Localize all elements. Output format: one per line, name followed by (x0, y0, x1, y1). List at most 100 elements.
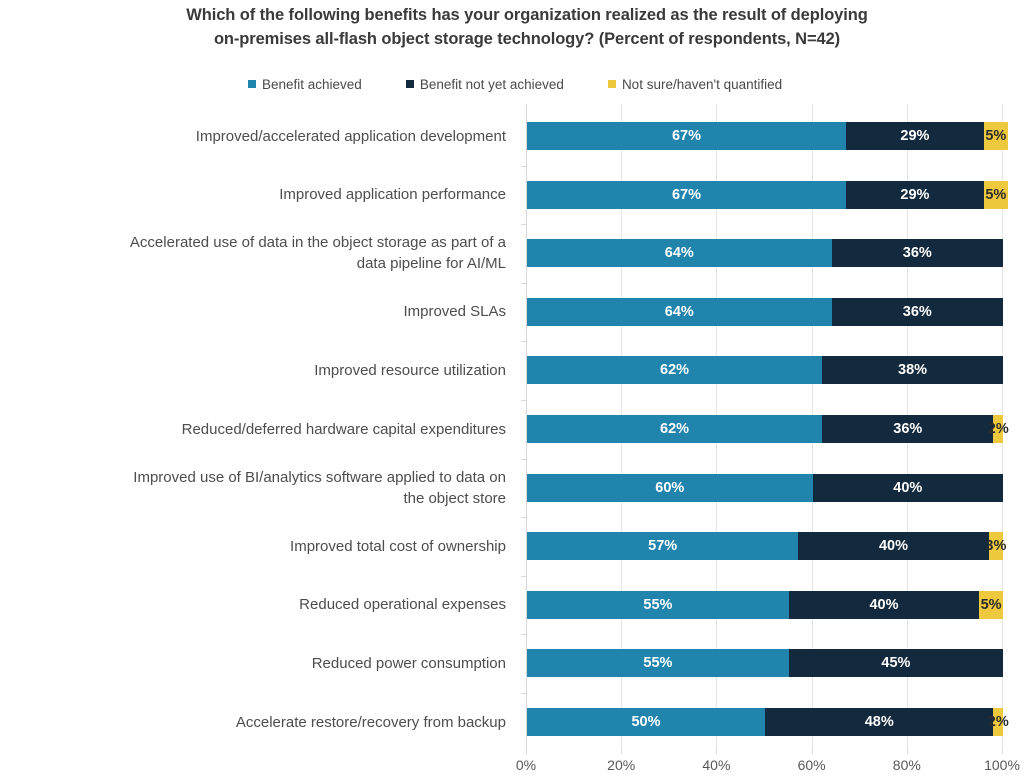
square-marker-icon (607, 80, 616, 88)
x-axis-tick-label: 80% (892, 757, 921, 773)
x-axis-tick-mark-0% (526, 749, 527, 754)
bar-segment-notyet[interactable]: 36% (822, 415, 994, 443)
plot-area: 67% 29% 5% 67% 29% 5% 64% 36% 64% 36% 62% 38% 62% 36%… (521, 104, 1009, 749)
bar-segment-notyet[interactable]: 29% (845, 180, 984, 209)
bar-value-label: 55% (643, 655, 673, 672)
bar-segment-achieved[interactable]: 55% (527, 590, 789, 619)
bar-value-label: 29% (900, 128, 930, 144)
bar-segment-notyet[interactable]: 40% (812, 473, 1003, 502)
bar-value-label: 36% (902, 303, 932, 320)
bar-row: 62% 36% 2% (527, 415, 1009, 443)
bar-segment-notyet[interactable]: 48% (765, 708, 994, 736)
legend-item-label: Not sure/haven't quantified (621, 76, 783, 92)
x-axis: 0% 20% 40% 60% 80% 100% (516, 749, 1020, 779)
category-label-line: Improved total cost of ownership (290, 537, 506, 555)
bar-segment-notyet[interactable]: 40% (798, 532, 989, 561)
category-label-line: Improved SLAs (403, 303, 506, 321)
y-axis-tick-4 (521, 341, 526, 343)
y-axis-tick-6 (521, 458, 526, 460)
category-label-line: Reduced power consumption (311, 654, 506, 672)
bar-segment-achieved[interactable]: 67% (527, 180, 846, 209)
bar-segment-notyet[interactable]: 29% (845, 122, 984, 150)
bar-row: 64% 36% (527, 239, 1003, 268)
y-axis-tick-7 (521, 517, 526, 519)
bar-segment-achieved[interactable]: 62% (527, 415, 823, 443)
chart-legend: Benefit achieved Benefit not yet achieved… (248, 74, 848, 94)
category-label-7: Improved total cost of ownership (0, 536, 512, 557)
legend-item-2[interactable]: Not sure/haven't quantified (607, 76, 783, 92)
square-marker-icon (405, 80, 414, 88)
bar-value-label: 57% (648, 538, 678, 555)
bar-value-label: 3% (985, 538, 1007, 555)
category-label-8: Reduced operational expenses (0, 594, 512, 615)
bar-row: 64% 36% (527, 297, 1003, 326)
bar-segment-notyet[interactable]: 36% (831, 297, 1003, 326)
bar-value-label: 36% (893, 421, 923, 437)
y-axis-tick-3 (521, 282, 526, 284)
bar-value-label: 62% (660, 421, 690, 437)
bar-segment-achieved[interactable]: 57% (527, 532, 799, 561)
bar-segment-achieved[interactable]: 60% (527, 473, 813, 502)
bar-row: 55% 40% 5% (527, 590, 1003, 619)
bar-segment-achieved[interactable]: 67% (527, 122, 846, 150)
category-label-5: Reduced/deferred hardware capital expend… (0, 419, 512, 440)
bar-value-label: 40% (878, 538, 909, 555)
y-axis-tick-10 (521, 693, 526, 694)
bar-segment-notsure[interactable]: 5% (979, 590, 1003, 619)
category-label-line: Improved/accelerated application develop… (195, 127, 506, 145)
category-label-line: Improved use of BI/analytics software ap… (133, 468, 506, 486)
category-label-4: Improved resource utilization (0, 360, 512, 381)
chart-title-line-1: Which of the following benefits has your… (186, 6, 868, 24)
bar-segment-notsure[interactable]: 2% (988, 708, 1009, 736)
x-axis-tick-mark-60% (811, 749, 813, 754)
category-label-line: Improved application performance (279, 186, 506, 204)
bar-value-label: 67% (671, 186, 701, 203)
bar-segment-achieved[interactable]: 64% (527, 239, 832, 268)
bar-segment-achieved[interactable]: 55% (527, 649, 789, 678)
category-label-line: the object store (403, 489, 506, 507)
bar-segment-notsure[interactable]: 5% (983, 122, 1008, 150)
y-axis-tick-2 (521, 224, 526, 226)
bar-segment-notsure[interactable]: 3% (985, 532, 1006, 561)
legend-item-1[interactable]: Benefit not yet achieved (405, 77, 564, 92)
category-label-1: Improved application performance (0, 184, 512, 205)
x-axis-tick-mark-40% (716, 749, 718, 754)
bar-segment-achieved[interactable]: 62% (527, 356, 823, 385)
category-label-line: data pipeline for AI/ML (356, 255, 506, 273)
bar-segment-notyet[interactable]: 45% (788, 649, 1003, 678)
bar-row: 60% 40% (527, 473, 1003, 502)
bar-segment-notsure[interactable]: 5% (983, 180, 1008, 209)
bar-segment-notsure[interactable]: 2% (988, 415, 1009, 443)
category-label-line: Improved resource utilization (314, 361, 506, 379)
bar-value-label: 36% (902, 245, 932, 262)
bar-value-label: 5% (985, 128, 1007, 144)
x-axis-tick-mark-80% (906, 749, 908, 754)
bar-row: 67% 29% 5% (527, 180, 1008, 209)
bar-row: 55% 45% (527, 649, 1003, 678)
legend-item-0[interactable]: Benefit achieved (248, 77, 362, 92)
y-axis-tick-1 (521, 165, 526, 167)
bar-segment-achieved[interactable]: 50% (527, 708, 765, 736)
category-label-line: Reduced operational expenses (299, 596, 506, 614)
bar-value-label: 48% (864, 714, 894, 730)
bar-segment-notyet[interactable]: 36% (831, 239, 1003, 268)
bar-segment-achieved[interactable]: 64% (527, 297, 832, 326)
y-axis-tick-5 (521, 400, 526, 401)
bar-value-label: 50% (631, 714, 661, 730)
bar-value-label: 64% (664, 303, 694, 320)
bar-row: 67% 29% 5% (527, 122, 1008, 150)
bar-segment-notyet[interactable]: 40% (788, 590, 980, 619)
category-label-0: Improved/accelerated application develop… (0, 126, 512, 147)
category-label-line: Reduced/deferred hardware capital expend… (181, 420, 506, 438)
square-marker-icon (248, 80, 256, 88)
legend-item-label: Benefit achieved (262, 76, 362, 92)
x-axis-tick-label: 0% (515, 757, 537, 773)
bar-value-label: 40% (869, 596, 899, 613)
x-axis-tick-label: 100% (984, 757, 1020, 773)
x-axis-tick-label: 60% (797, 757, 826, 773)
bar-row: 50% 48% 2% (527, 708, 1009, 736)
category-axis-labels: Improved/accelerated application develop… (0, 104, 512, 749)
category-label-line: Accelerated use of data in the object st… (129, 234, 506, 252)
bar-value-label: 29% (900, 186, 930, 203)
bar-segment-notyet[interactable]: 38% (822, 356, 1003, 385)
